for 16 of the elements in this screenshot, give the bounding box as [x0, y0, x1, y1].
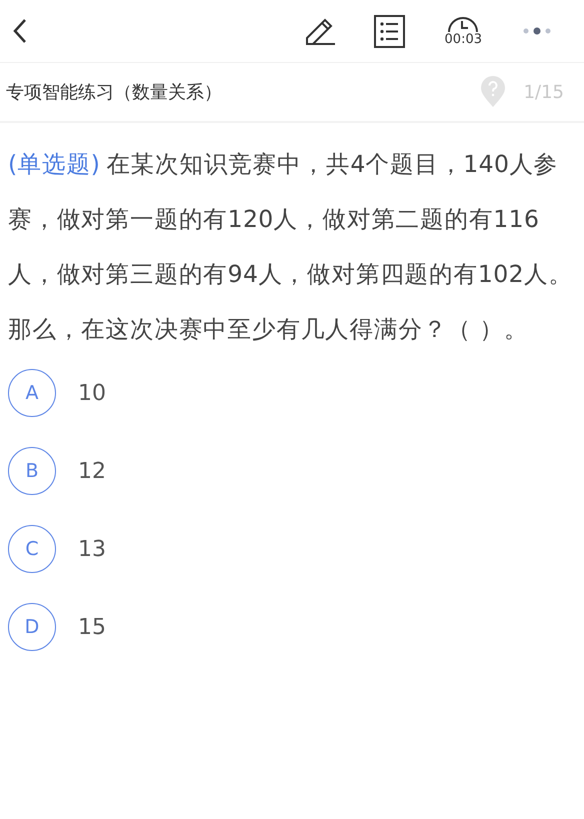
question-text: (单选题) 在某次知识竞赛中，共4个题目，140人参赛，做对第一题的有120人，做对第二题的有116人，做对第三题的有94人，做对第四题的有102人。那么，在这次决赛中至少有几人得满分？（ ）。 [8, 149, 574, 345]
option-letter[interactable]: C [8, 525, 56, 573]
option-text[interactable]: 12 [78, 458, 106, 484]
list-icon[interactable] [374, 14, 405, 48]
option-text[interactable]: 10 [78, 380, 106, 406]
option-letter[interactable]: A [8, 369, 56, 417]
practice-title: 专项智能练习（数量关系） [6, 81, 223, 104]
more-icon[interactable] [522, 26, 552, 36]
option-letter[interactable]: D [8, 603, 56, 651]
option-text[interactable]: 15 [78, 614, 106, 640]
clock-icon [447, 16, 480, 32]
pencil-icon[interactable] [304, 16, 336, 46]
option-text[interactable]: 13 [78, 536, 106, 562]
option-letter[interactable]: B [8, 447, 56, 495]
back-button[interactable] [12, 18, 28, 44]
timer-text: 00:03 [444, 32, 482, 46]
